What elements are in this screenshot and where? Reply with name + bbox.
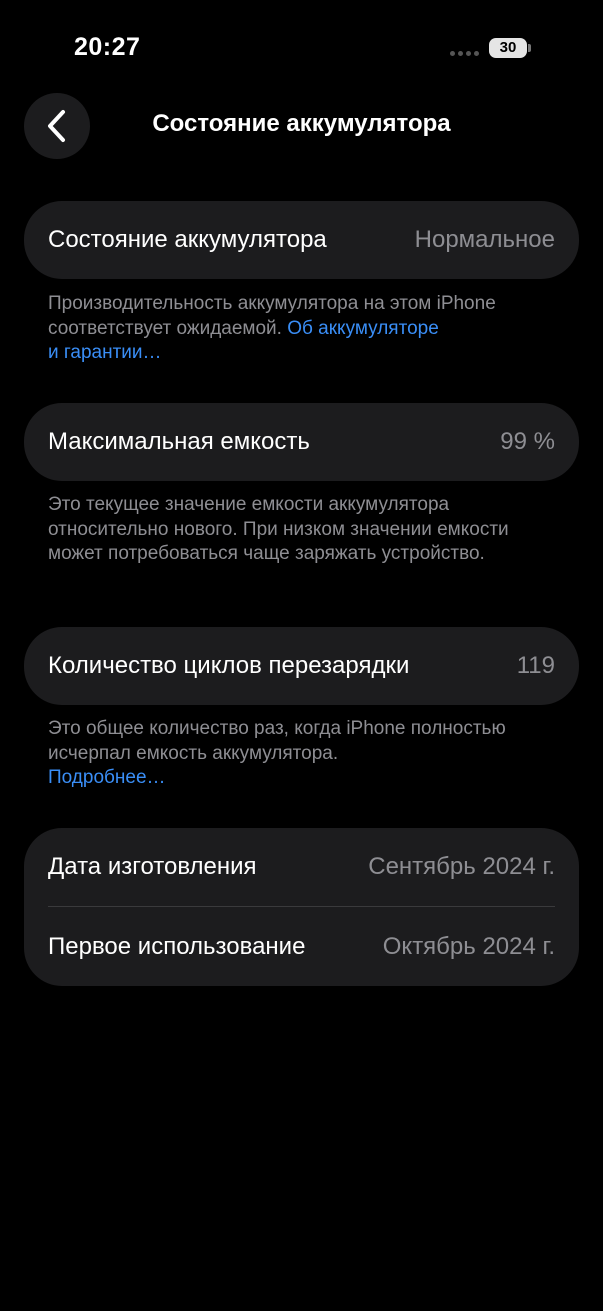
manufacture-date-value: Сентябрь 2024 г. xyxy=(368,853,555,880)
max-capacity-label: Максимальная емкость xyxy=(48,428,310,455)
cycle-count-label: Количество циклов перезарядки xyxy=(48,652,410,679)
first-use-row: Первое использование Октябрь 2024 г. xyxy=(48,907,555,986)
cycle-count-note-text: Это общее количество раз, когда iPhone п… xyxy=(48,718,506,764)
cycle-count-value: 119 xyxy=(516,652,555,679)
status-bar: 20:27 30 xyxy=(0,0,603,90)
manufacture-date-label: Дата изготовления xyxy=(48,853,257,880)
learn-more-link[interactable]: Подробнее… xyxy=(48,767,166,788)
battery-health-card: Состояние аккумулятора Нормальное xyxy=(24,201,579,279)
max-capacity-card: Максимальная емкость 99 % xyxy=(24,403,579,481)
battery-cap xyxy=(528,44,531,52)
cycle-count-card: Количество циклов перезарядки 119 xyxy=(24,627,579,705)
manufacture-date-row: Дата изготовления Сентябрь 2024 г. xyxy=(48,828,555,906)
max-capacity-note: Это текущее значение емкости аккумулятор… xyxy=(48,494,509,564)
cycle-count-note: Это общее количество раз, когда iPhone п… xyxy=(48,717,568,791)
battery-health-note: Производительность аккумулятора на этом … xyxy=(48,292,568,366)
battery-health-label: Состояние аккумулятора xyxy=(48,226,327,253)
battery-health-value: Нормальное xyxy=(414,226,555,253)
first-use-value: Октябрь 2024 г. xyxy=(382,932,555,960)
first-use-label: Первое использование xyxy=(48,932,306,960)
cellular-signal-icon xyxy=(450,51,479,56)
page-title: Состояние аккумулятора xyxy=(152,110,451,137)
battery-level: 30 xyxy=(499,39,517,56)
dates-card: Дата изготовления Сентябрь 2024 г. Перво… xyxy=(24,828,579,986)
battery-icon: 30 xyxy=(489,38,527,58)
max-capacity-value: 99 % xyxy=(500,428,555,455)
status-time: 20:27 xyxy=(74,33,141,61)
